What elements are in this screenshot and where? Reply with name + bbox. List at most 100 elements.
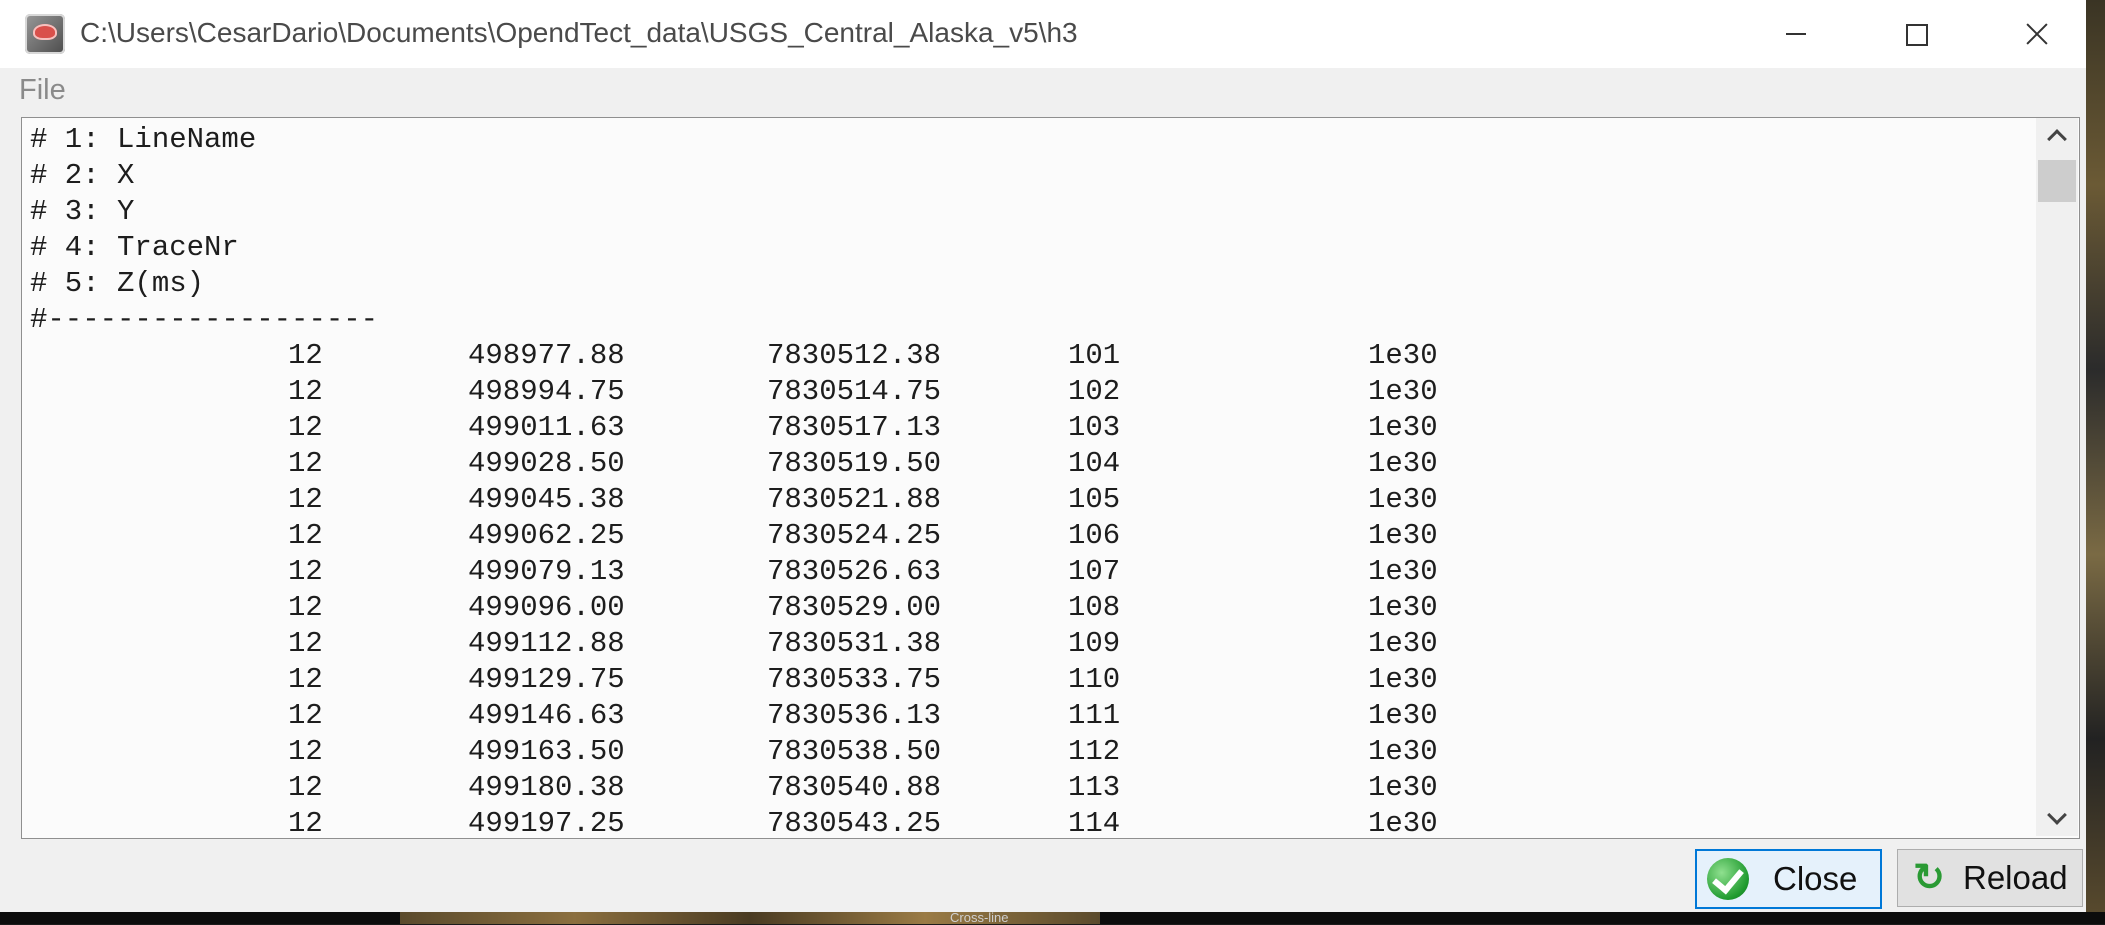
z-cell: 1e30	[1368, 483, 1438, 516]
file-content: # 1: LineName # 2: X # 3: Y # 4: TraceNr # 5…	[30, 122, 1438, 839]
y-cell: 7830526.63	[767, 555, 942, 588]
line-name-cell: 12	[288, 519, 323, 552]
x-cell: 499011.63	[468, 411, 625, 444]
line-name-cell: 12	[288, 483, 323, 516]
title-bar[interactable]: C:\Users\CesarDario\Documents\OpendTect_…	[0, 0, 2086, 68]
scroll-down-arrow-icon[interactable]	[2036, 802, 2078, 836]
data-row: 12 499096.00 7830529.00 108 1e30	[30, 590, 1438, 626]
header-line: # 5: Z(ms)	[30, 267, 205, 300]
line-name-cell: 12	[288, 375, 323, 408]
green-checkmark-icon	[1707, 858, 1749, 900]
header-line: # 3: Y	[30, 195, 135, 228]
data-row: 12 499045.38 7830521.88 105 1e30	[30, 482, 1438, 518]
trace-nr-cell: 110	[1068, 663, 1121, 696]
window-close-button[interactable]	[1992, 0, 2080, 68]
reload-button-label: Reload	[1963, 859, 2068, 896]
data-row: 12 499163.50 7830538.50 112 1e30	[30, 734, 1438, 770]
close-button[interactable]: Close	[1695, 849, 1882, 909]
z-cell: 1e30	[1368, 339, 1438, 372]
data-row: 12 499079.13 7830526.63 107 1e30	[30, 554, 1438, 590]
line-name-cell: 12	[288, 663, 323, 696]
app-icon[interactable]	[25, 14, 65, 54]
z-cell: 1e30	[1368, 411, 1438, 444]
y-cell: 7830524.25	[767, 519, 942, 552]
y-cell: 7830540.88	[767, 771, 942, 804]
y-cell: 7830533.75	[767, 663, 942, 696]
trace-nr-cell: 108	[1068, 591, 1121, 624]
x-cell: 499163.50	[468, 735, 625, 768]
trace-nr-cell: 103	[1068, 411, 1121, 444]
trace-nr-cell: 104	[1068, 447, 1121, 480]
line-name-cell: 12	[288, 339, 323, 372]
data-row: 12 499112.88 7830531.38 109 1e30	[30, 626, 1438, 662]
line-name-cell: 12	[288, 771, 323, 804]
file-content-text-area[interactable]: # 1: LineName # 2: X # 3: Y # 4: TraceNr # 5…	[21, 117, 2080, 839]
z-cell: 1e30	[1368, 555, 1438, 588]
y-cell: 7830514.75	[767, 375, 942, 408]
data-row: 12 499146.63 7830536.13 111 1e30	[30, 698, 1438, 734]
header-line: # 4: TraceNr	[30, 231, 239, 264]
z-cell: 1e30	[1368, 771, 1438, 804]
header-line: #-------------------	[30, 303, 379, 336]
maximize-button[interactable]	[1872, 0, 1960, 68]
data-row: 12 498994.75 7830514.75 102 1e30	[30, 374, 1438, 410]
scrollbar-thumb[interactable]	[2038, 160, 2076, 202]
data-row: 12 499129.75 7830533.75 110 1e30	[30, 662, 1438, 698]
data-row: 12 499180.38 7830540.88 113 1e30	[30, 770, 1438, 806]
y-cell: 7830512.38	[767, 339, 942, 372]
y-cell: 7830531.38	[767, 627, 942, 660]
trace-nr-cell: 106	[1068, 519, 1121, 552]
z-cell: 1e30	[1368, 627, 1438, 660]
trace-nr-cell: 102	[1068, 375, 1121, 408]
z-cell: 1e30	[1368, 807, 1438, 839]
y-cell: 7830536.13	[767, 699, 942, 732]
line-name-cell: 12	[288, 591, 323, 624]
x-cell: 499045.38	[468, 483, 625, 516]
minimize-button[interactable]	[1752, 0, 1840, 68]
data-row: 12 499197.25 7830543.25 114 1e30	[30, 806, 1438, 839]
line-name-cell: 12	[288, 447, 323, 480]
background-axis-label: Cross-line	[950, 910, 1009, 925]
y-cell: 7830529.00	[767, 591, 942, 624]
x-cell: 499129.75	[468, 663, 625, 696]
trace-nr-cell: 112	[1068, 735, 1121, 768]
y-cell: 7830543.25	[767, 807, 942, 839]
scroll-up-arrow-icon[interactable]	[2036, 118, 2078, 152]
line-name-cell: 12	[288, 555, 323, 588]
y-cell: 7830521.88	[767, 483, 942, 516]
y-cell: 7830538.50	[767, 735, 942, 768]
trace-nr-cell: 109	[1068, 627, 1121, 660]
trace-nr-cell: 101	[1068, 339, 1121, 372]
x-cell: 499180.38	[468, 771, 625, 804]
z-cell: 1e30	[1368, 735, 1438, 768]
menu-bar: File	[0, 68, 2086, 114]
z-cell: 1e30	[1368, 519, 1438, 552]
menu-file[interactable]: File	[19, 74, 66, 107]
x-cell: 499112.88	[468, 627, 625, 660]
window-title: C:\Users\CesarDario\Documents\OpendTect_…	[80, 17, 1078, 48]
header-line: # 1: LineName	[30, 123, 257, 156]
trace-nr-cell: 114	[1068, 807, 1121, 839]
vertical-scrollbar[interactable]	[2036, 118, 2078, 836]
data-row: 12 499062.25 7830524.25 106 1e30	[30, 518, 1438, 554]
background-map-strip	[2086, 0, 2105, 924]
x-cell: 499197.25	[468, 807, 625, 839]
header-line: # 2: X	[30, 159, 135, 192]
z-cell: 1e30	[1368, 699, 1438, 732]
z-cell: 1e30	[1368, 663, 1438, 696]
x-cell: 499079.13	[468, 555, 625, 588]
close-button-label: Close	[1773, 860, 1858, 897]
refresh-icon: ↻	[1913, 857, 1945, 899]
line-name-cell: 12	[288, 411, 323, 444]
trace-nr-cell: 107	[1068, 555, 1121, 588]
x-cell: 498994.75	[468, 375, 625, 408]
trace-nr-cell: 113	[1068, 771, 1121, 804]
line-name-cell: 12	[288, 735, 323, 768]
line-name-cell: 12	[288, 807, 323, 839]
x-cell: 499028.50	[468, 447, 625, 480]
reload-button[interactable]: ↻ Reload	[1897, 849, 2083, 907]
data-row: 12 499028.50 7830519.50 104 1e30	[30, 446, 1438, 482]
x-cell: 499146.63	[468, 699, 625, 732]
y-cell: 7830517.13	[767, 411, 942, 444]
line-name-cell: 12	[288, 699, 323, 732]
